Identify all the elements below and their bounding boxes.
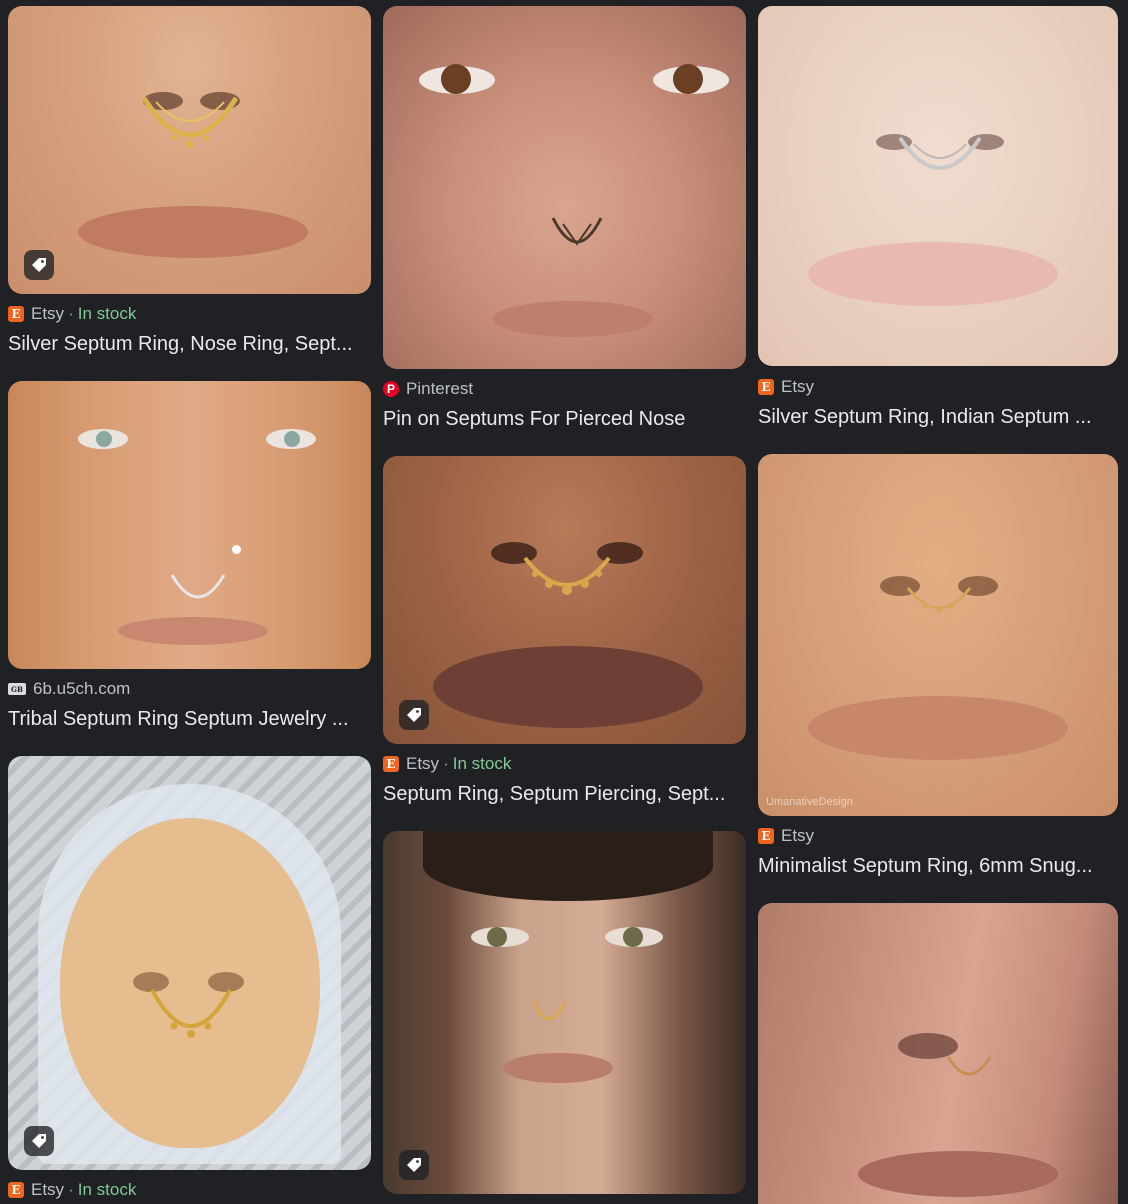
result-title[interactable]: Silver Septum Ring, Nose Ring, Sept...	[8, 331, 371, 357]
separator: ·	[68, 304, 74, 323]
source-name: 6b.u5ch.com	[33, 679, 131, 698]
watermark: UmanativeDesign	[766, 796, 853, 808]
result-source[interactable]: E Etsy · In stock	[8, 1180, 136, 1200]
result-image[interactable]	[383, 456, 746, 744]
etsy-icon: E	[383, 756, 399, 772]
site-icon: GB	[8, 683, 26, 695]
result-title[interactable]: Silver Septum Ring, Indian Septum ...	[758, 404, 1118, 430]
source-name: Etsy	[31, 1180, 65, 1199]
result-source[interactable]: E Etsy	[758, 826, 814, 846]
septum-ring-icon	[141, 96, 239, 148]
septum-ring-icon	[898, 136, 982, 170]
septum-ring-icon	[946, 1056, 992, 1076]
septum-ring-icon	[523, 556, 611, 595]
etsy-icon: E	[758, 379, 774, 395]
shopping-tag-icon[interactable]	[24, 250, 54, 280]
result-source[interactable]: E Etsy	[758, 377, 814, 397]
separator: ·	[68, 1180, 74, 1199]
source-name: Etsy	[781, 826, 815, 845]
result-image[interactable]	[8, 756, 371, 1170]
septum-ring-icon	[170, 574, 226, 599]
septum-ring-icon	[150, 989, 232, 1038]
result-title[interactable]: Minimalist Septum Ring, 6mm Snug...	[758, 853, 1118, 879]
result-image[interactable]	[758, 6, 1118, 366]
source-name: Etsy	[406, 754, 440, 773]
result-image[interactable]	[8, 381, 371, 669]
result-source[interactable]: P Pinterest	[383, 379, 473, 399]
etsy-icon: E	[758, 828, 774, 844]
etsy-icon: E	[8, 306, 24, 322]
result-title[interactable]: Pin on Septums For Pierced Nose	[383, 406, 746, 432]
shopping-tag-icon[interactable]	[399, 1150, 429, 1180]
result-image[interactable]	[8, 6, 371, 294]
source-name: Etsy	[31, 304, 65, 323]
pinterest-icon: P	[383, 381, 399, 397]
separator: ·	[443, 754, 449, 773]
source-name: Pinterest	[406, 379, 474, 398]
result-title[interactable]: Tribal Septum Ring Septum Jewelry ...	[8, 706, 371, 732]
result-image[interactable]	[383, 6, 746, 369]
result-source[interactable]: GB 6b.u5ch.com	[8, 679, 130, 699]
result-image[interactable]	[383, 831, 746, 1194]
septum-ring-icon	[551, 217, 603, 246]
stock-status: In stock	[452, 754, 512, 773]
etsy-icon: E	[8, 1182, 24, 1198]
septum-ring-icon	[906, 587, 972, 613]
shopping-tag-icon[interactable]	[399, 700, 429, 730]
stock-status: In stock	[77, 304, 137, 323]
result-title[interactable]: Septum Ring, Septum Piercing, Sept...	[383, 781, 746, 807]
result-image[interactable]	[758, 903, 1118, 1204]
source-name: Etsy	[781, 377, 815, 396]
result-source[interactable]: E Etsy · In stock	[383, 754, 511, 774]
stock-status: In stock	[77, 1180, 137, 1199]
shopping-tag-icon[interactable]	[24, 1126, 54, 1156]
result-image[interactable]: UmanativeDesign	[758, 454, 1118, 816]
result-source[interactable]: E Etsy · In stock	[8, 304, 136, 324]
septum-ring-icon	[531, 1000, 567, 1021]
